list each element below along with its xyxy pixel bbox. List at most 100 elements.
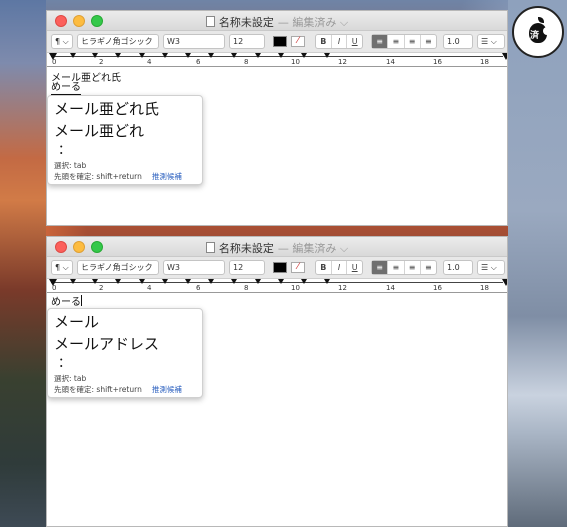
- ruler-number: 2: [99, 284, 104, 292]
- font-size-popup[interactable]: 12: [229, 34, 265, 49]
- hint-confirm: 先頭を確定: shift+return: [54, 385, 142, 394]
- tab-stop[interactable]: [255, 53, 261, 58]
- candidate-item[interactable]: ：: [54, 355, 196, 373]
- font-weight-popup[interactable]: W3: [163, 260, 225, 275]
- line-spacing-popup[interactable]: 1.0: [443, 34, 473, 49]
- ruler-number: 12: [338, 58, 347, 66]
- align-center-icon[interactable]: ≡: [388, 35, 405, 48]
- tab-stop[interactable]: [139, 279, 145, 284]
- hint-confirm-row: 先頭を確定: shift+return 推測候補: [54, 171, 196, 182]
- document-icon: [205, 16, 215, 27]
- candidate-item[interactable]: メール: [54, 311, 196, 333]
- right-margin-marker[interactable]: [502, 279, 507, 286]
- textedit-window-1: 名称未設定 — 編集済み ⌵ ¶ ⌵ ヒラギノ角ゴシック W3 12 ⁄ B I …: [46, 10, 508, 226]
- italic-button[interactable]: I: [332, 35, 348, 48]
- tab-stop[interactable]: [255, 279, 261, 284]
- font-size-popup[interactable]: 12: [229, 260, 265, 275]
- tab-stop[interactable]: [208, 53, 214, 58]
- highlight-color-well[interactable]: ⁄: [291, 36, 305, 47]
- tab-stop[interactable]: [92, 53, 98, 58]
- predictive-candidates-link[interactable]: 推測候補: [152, 172, 182, 181]
- apple-badge-logo: 済: [512, 6, 564, 58]
- hint-select: 選択: tab: [54, 374, 87, 383]
- title-text: 名称未設定: [218, 16, 274, 29]
- alignment-group: ≡ ≡ ≡ ≡: [371, 260, 437, 275]
- tab-stop[interactable]: [139, 53, 145, 58]
- badge-label: 済: [530, 31, 540, 41]
- align-left-icon[interactable]: ≡: [372, 35, 389, 48]
- tab-stop[interactable]: [324, 279, 330, 284]
- font-weight-popup[interactable]: W3: [163, 34, 225, 49]
- text-line: メール亜どれ氏: [51, 73, 121, 84]
- tab-stop[interactable]: [162, 53, 168, 58]
- align-center-icon[interactable]: ≡: [388, 261, 405, 274]
- document-body[interactable]: メール亜どれ氏 めーる メール亜どれ氏 メール亜どれ ： 選択: tab 先頭を…: [47, 67, 507, 185]
- document-icon: [205, 242, 215, 253]
- tab-stop[interactable]: [324, 53, 330, 58]
- font-family-popup[interactable]: ヒラギノ角ゴシック: [77, 260, 159, 275]
- ruler[interactable]: 0 2 4 6 8 10 12 14 16 18: [47, 279, 507, 293]
- text-caret: [81, 295, 82, 306]
- desktop-wallpaper-right: [508, 0, 567, 527]
- align-right-icon[interactable]: ≡: [405, 261, 421, 274]
- bold-button[interactable]: B: [316, 35, 332, 48]
- title-text: 名称未設定: [218, 242, 274, 255]
- candidate-item[interactable]: ：: [54, 142, 196, 160]
- edited-status[interactable]: — 編集済み ⌵: [278, 242, 348, 255]
- list-style-popup[interactable]: ☰ ⌵: [477, 34, 505, 49]
- tab-stop[interactable]: [92, 279, 98, 284]
- align-right-icon[interactable]: ≡: [405, 35, 421, 48]
- ruler-number: 0: [52, 284, 57, 292]
- tab-stop[interactable]: [301, 279, 307, 284]
- tab-stop[interactable]: [115, 279, 121, 284]
- line-spacing-popup[interactable]: 1.0: [443, 260, 473, 275]
- title-bar[interactable]: 名称未設定 — 編集済み ⌵: [47, 11, 507, 31]
- tab-stop[interactable]: [70, 53, 76, 58]
- tab-stop[interactable]: [231, 53, 237, 58]
- paragraph-style-popup[interactable]: ¶ ⌵: [51, 260, 73, 275]
- ruler[interactable]: 0 2 4 6 8 10 12 14 16 18: [47, 53, 507, 67]
- tab-stop[interactable]: [278, 53, 284, 58]
- right-margin-marker[interactable]: [502, 53, 507, 60]
- candidate-window: メール メールアドレス ： 選択: tab 先頭を確定: shift+retur…: [47, 308, 203, 398]
- candidate-item[interactable]: メール亜どれ氏: [54, 98, 196, 120]
- ruler-number: 14: [386, 284, 395, 292]
- highlight-color-well[interactable]: ⁄: [291, 262, 305, 273]
- candidate-item[interactable]: メールアドレス: [54, 333, 196, 355]
- bold-button[interactable]: B: [316, 261, 332, 274]
- format-toolbar: ¶ ⌵ ヒラギノ角ゴシック W3 12 ⁄ B I U ≡ ≡ ≡ ≡ 1.0 …: [47, 257, 507, 279]
- list-style-popup[interactable]: ☰ ⌵: [477, 260, 505, 275]
- tab-stop[interactable]: [115, 53, 121, 58]
- edited-status[interactable]: — 編集済み ⌵: [278, 16, 348, 29]
- tab-stop[interactable]: [301, 53, 307, 58]
- align-justify-icon[interactable]: ≡: [421, 261, 436, 274]
- document-body[interactable]: めーる メール メールアドレス ： 選択: tab 先頭を確定: shift+r…: [47, 293, 507, 398]
- ruler-number: 2: [99, 58, 104, 66]
- paragraph-style-popup[interactable]: ¶ ⌵: [51, 34, 73, 49]
- underline-button[interactable]: U: [347, 35, 362, 48]
- hint-confirm: 先頭を確定: shift+return: [54, 172, 142, 181]
- tab-stop[interactable]: [185, 279, 191, 284]
- text-color-well[interactable]: [273, 36, 287, 47]
- predictive-candidates-link[interactable]: 推測候補: [152, 385, 182, 394]
- title-bar[interactable]: 名称未設定 — 編集済み ⌵: [47, 237, 507, 257]
- alignment-group: ≡ ≡ ≡ ≡: [371, 34, 437, 49]
- underline-button[interactable]: U: [347, 261, 362, 274]
- tab-stop[interactable]: [278, 279, 284, 284]
- font-family-popup[interactable]: ヒラギノ角ゴシック: [77, 34, 159, 49]
- tab-stop[interactable]: [208, 279, 214, 284]
- align-justify-icon[interactable]: ≡: [421, 35, 436, 48]
- tab-stop[interactable]: [185, 53, 191, 58]
- window-title: 名称未設定 — 編集済み ⌵: [47, 14, 507, 30]
- tab-stop[interactable]: [231, 279, 237, 284]
- ruler-number: 18: [480, 284, 489, 292]
- ruler-number: 0: [52, 58, 57, 66]
- ruler-number: 12: [338, 284, 347, 292]
- text-color-well[interactable]: [273, 262, 287, 273]
- italic-button[interactable]: I: [332, 261, 348, 274]
- format-toolbar: ¶ ⌵ ヒラギノ角ゴシック W3 12 ⁄ B I U ≡ ≡ ≡ ≡ 1.0 …: [47, 31, 507, 53]
- candidate-item[interactable]: メール亜どれ: [54, 120, 196, 142]
- tab-stop[interactable]: [70, 279, 76, 284]
- tab-stop[interactable]: [162, 279, 168, 284]
- align-left-icon[interactable]: ≡: [372, 261, 389, 274]
